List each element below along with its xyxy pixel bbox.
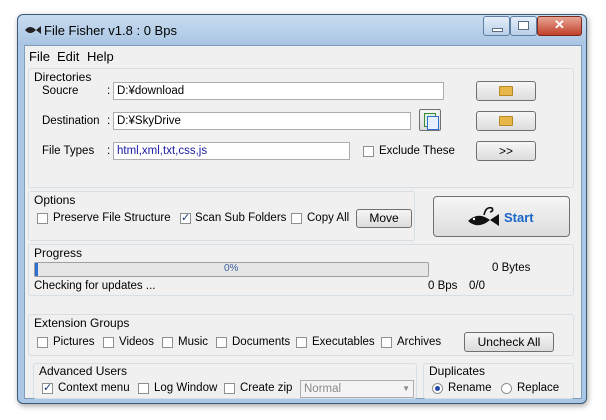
menu-file[interactable]: File: [29, 49, 50, 64]
extension-groups-group: Extension Groups Pictures Videos Music D…: [28, 314, 574, 356]
extension-groups-label: Extension Groups: [34, 316, 130, 330]
destination-input[interactable]: D:¥SkyDrive: [113, 112, 411, 130]
chevron-down-icon: ▼: [402, 384, 410, 393]
rename-radio[interactable]: [432, 383, 443, 394]
compression-select-value: Normal: [304, 383, 342, 395]
filetypes-input[interactable]: html,xml,txt,css,js: [113, 142, 350, 160]
fish-app-icon: [25, 26, 41, 34]
log-window-label: Log Window: [154, 382, 218, 394]
log-window-checkbox[interactable]: [138, 383, 149, 394]
app-window: File Fisher v1.8 : 0 Bps ✕ File Edit Hel…: [17, 14, 587, 404]
folder-icon: [499, 86, 513, 96]
status-text: Checking for updates ...: [34, 280, 156, 292]
replace-radio[interactable]: [501, 383, 512, 394]
more-button[interactable]: >>: [476, 141, 536, 161]
browse-destination-button[interactable]: [476, 111, 536, 131]
exclude-label: Exclude These: [379, 145, 455, 157]
copy-all-label: Copy All: [307, 212, 350, 224]
archives-label: Archives: [397, 336, 442, 348]
move-button[interactable]: Move: [356, 209, 412, 228]
count-text: 0/0: [469, 280, 485, 292]
rename-label: Rename: [448, 382, 492, 394]
copy-all-checkbox[interactable]: [291, 213, 302, 224]
maximize-button[interactable]: [510, 16, 537, 36]
duplicates-label: Duplicates: [429, 364, 486, 378]
fish-icon: [468, 206, 499, 226]
progress-bar: 0%: [34, 262, 429, 277]
create-zip-label: Create zip: [240, 382, 293, 394]
music-label: Music: [178, 336, 209, 348]
client-area: File Edit Help Directories Soucre : D:¥d…: [24, 45, 582, 399]
window-title: File Fisher v1.8 : 0 Bps: [44, 23, 177, 38]
compression-select[interactable]: Normal ▼: [300, 380, 414, 398]
directories-group: Directories Soucre : D:¥download Destina…: [28, 68, 574, 188]
title-bar[interactable]: File Fisher v1.8 : 0 Bps ✕: [18, 15, 586, 45]
menu-help[interactable]: Help: [87, 49, 114, 64]
documents-checkbox[interactable]: [216, 337, 227, 348]
options-group: Options Preserve File Structure Scan Sub…: [28, 191, 415, 241]
menu-bar: File Edit Help: [25, 46, 581, 66]
preserve-structure-label: Preserve File Structure: [53, 212, 171, 224]
progress-fill: [35, 263, 38, 276]
videos-label: Videos: [119, 336, 154, 348]
advanced-users-label: Advanced Users: [39, 364, 128, 378]
source-input[interactable]: D:¥download: [113, 82, 444, 100]
progress-group: Progress 0% 0 Bytes Checking for updates…: [28, 244, 574, 296]
uncheck-all-button[interactable]: Uncheck All: [464, 332, 554, 352]
source-label: Soucre: [42, 85, 79, 97]
folder-icon: [499, 116, 513, 126]
destination-label: Destination: [42, 115, 100, 127]
copy-path-button[interactable]: [419, 109, 441, 131]
menu-edit[interactable]: Edit: [57, 49, 79, 64]
advanced-users-group: Advanced Users Context menu Log Window C…: [33, 363, 417, 399]
music-checkbox[interactable]: [162, 337, 173, 348]
scan-subfolders-label: Scan Sub Folders: [195, 212, 287, 224]
duplicates-group: Duplicates Rename Replace: [423, 363, 574, 399]
start-label: Start: [504, 210, 534, 225]
progress-label: Progress: [34, 246, 83, 260]
minimize-button[interactable]: [483, 16, 510, 36]
executables-checkbox[interactable]: [296, 337, 307, 348]
pictures-label: Pictures: [53, 336, 95, 348]
options-label: Options: [34, 193, 76, 207]
documents-label: Documents: [232, 336, 291, 348]
bytes-text: 0 Bytes: [492, 262, 531, 274]
preserve-structure-checkbox[interactable]: [37, 213, 48, 224]
create-zip-checkbox[interactable]: [224, 383, 235, 394]
start-button[interactable]: Start: [433, 196, 570, 237]
executables-label: Executables: [312, 336, 375, 348]
scan-subfolders-checkbox[interactable]: [180, 211, 191, 224]
close-button[interactable]: ✕: [537, 16, 582, 36]
archives-checkbox[interactable]: [381, 337, 392, 348]
browse-source-button[interactable]: [476, 81, 536, 101]
replace-label: Replace: [517, 382, 560, 394]
exclude-checkbox[interactable]: [363, 146, 374, 157]
videos-checkbox[interactable]: [103, 337, 114, 348]
filetypes-label: File Types: [42, 145, 95, 157]
pictures-checkbox[interactable]: [37, 337, 48, 348]
close-icon: ✕: [554, 17, 565, 32]
directories-label: Directories: [34, 70, 92, 84]
progress-percent: 0%: [224, 263, 239, 274]
context-menu-checkbox[interactable]: [42, 381, 53, 394]
speed-text: 0 Bps: [428, 280, 458, 292]
context-menu-label: Context menu: [58, 382, 130, 394]
